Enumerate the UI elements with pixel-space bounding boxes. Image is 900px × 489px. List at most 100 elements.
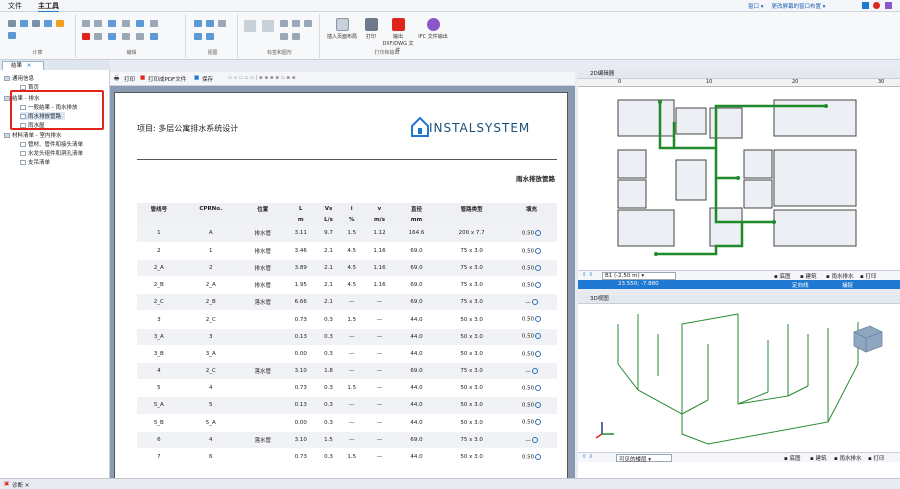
window-icon[interactable] — [862, 2, 869, 9]
insert-page-layout-button[interactable]: 插入页面布局 — [324, 18, 360, 40]
model-3d[interactable] — [578, 304, 900, 452]
table-row[interactable]: 1 A 排水管 3.11 9.7 1.5 1.12 164.6 200 x 7.7 0.50 — [137, 225, 557, 243]
toggle-building[interactable]: ▪ 建筑 — [800, 272, 817, 280]
cell-value: 0.3 — [324, 454, 333, 461]
table-row[interactable]: 3_A 3 0.13 0.3 — — 44.0 50 x 3.0 0.50 — [137, 328, 557, 346]
tree-item-general[interactable]: 通用信息 — [4, 74, 34, 82]
toggle-print[interactable]: ▪ 打印 — [868, 454, 885, 462]
pdf-icon[interactable]: ■ — [140, 75, 145, 81]
diagnostics-tab[interactable]: 诊断 ✕ — [12, 481, 29, 489]
magnifier-icon[interactable] — [535, 247, 542, 254]
table-row[interactable]: 2_C 2_B 落水管 6.66 2.1 — — 69.0 75 x 3.0 — — [137, 293, 557, 312]
ifc-export-button[interactable]: IFC 文件输出 — [418, 18, 448, 40]
label-icon[interactable] — [280, 20, 288, 27]
table-row[interactable]: 5_A 5 0.13 0.3 — — 44.0 50 x 3.0 0.50 — [137, 396, 557, 415]
table-row[interactable]: 4 2_C 落水管 3.10 1.8 — — 69.0 75 x 3.0 — — [137, 362, 557, 381]
magnifier-icon[interactable] — [535, 333, 542, 340]
floor-select[interactable]: B1 (-2.50 m) ▾ — [602, 272, 676, 280]
edit-icon[interactable] — [94, 20, 102, 27]
table-cell: 排水管 — [240, 276, 285, 295]
zoom-icon[interactable] — [194, 20, 202, 27]
table-row[interactable]: 5_B 5_A 0.00 0.3 — — 44.0 50 x 3.0 0.50 — [137, 414, 557, 432]
toggle-basemap[interactable]: ▪ 底图 — [784, 454, 801, 462]
magnifier-icon[interactable] — [535, 316, 542, 323]
calc-icon[interactable] — [44, 20, 52, 27]
zoom-icon[interactable] — [218, 20, 226, 27]
edit-icon[interactable] — [122, 20, 130, 27]
tree-item-hangers[interactable]: 支吊清单 — [20, 158, 50, 166]
label-icon[interactable] — [292, 20, 300, 27]
toggle-building[interactable]: ▪ 建筑 — [810, 454, 827, 462]
label-icon[interactable] — [304, 20, 312, 27]
dimension-icon[interactable] — [262, 20, 274, 32]
save-button[interactable]: 保存 — [202, 75, 213, 83]
edit-icon[interactable] — [136, 20, 144, 27]
table-row[interactable]: 6 4 落水管 3.10 1.5 — — 69.0 75 x 3.0 — — [137, 431, 557, 449]
table-row[interactable]: 2_B 2_A 排水管 1.95 2.1 4.5 1.16 69.0 75 x 3.0 0.50 — [137, 276, 557, 295]
close-icon[interactable]: ✕ — [27, 63, 32, 69]
doc-print-button[interactable]: 打印 — [124, 75, 135, 83]
calc-icon[interactable] — [20, 20, 28, 27]
zoom-icon[interactable] — [206, 20, 214, 27]
calc-icon[interactable] — [8, 20, 16, 27]
user-icon[interactable] — [885, 2, 892, 9]
magnifier-icon[interactable] — [535, 385, 542, 392]
magnifier-icon[interactable] — [535, 350, 542, 357]
toggle-basemap[interactable]: ▪ 底图 — [774, 272, 791, 280]
edit-icon[interactable] — [150, 20, 158, 27]
edit-icon[interactable] — [136, 33, 144, 40]
toggle-print[interactable]: ▪ 打印 — [860, 272, 877, 280]
floor-plan[interactable] — [578, 88, 900, 268]
zoom-icon[interactable] — [206, 33, 214, 40]
save-icon[interactable]: ■ — [194, 75, 199, 81]
visible-floors-select[interactable]: 可见的楼层 ▾ — [616, 454, 672, 463]
nav-icons[interactable]: ▫ ▫ ▫ ▫ ▫ | ▪ ▪ ▪ ▪ ▫ ▪ ▪ — [228, 75, 296, 81]
nav-icon[interactable]: ⇧ ⇩ — [582, 454, 593, 460]
edit-icon[interactable] — [150, 33, 158, 40]
table-row[interactable]: 7 6 0.73 0.3 1.5 — 44.0 50 x 3.0 0.50 — [137, 448, 557, 467]
table-row[interactable]: 2 1 排水管 3.46 2.1 4.5 1.16 69.0 75 x 3.0 0.50 — [137, 242, 557, 260]
delete-icon[interactable] — [82, 33, 90, 40]
table-row[interactable]: 3 2_C 0.73 0.3 1.5 — 44.0 50 x 3.0 0.50 — [137, 310, 557, 329]
nav-icon[interactable]: ⇧ ⇩ — [582, 272, 593, 278]
tab-results[interactable]: 结果 ✕ — [2, 61, 44, 70]
table-row[interactable]: 5 4 0.73 0.3 1.5 — 44.0 50 x 3.0 0.50 — [137, 379, 557, 398]
label-icon[interactable] — [244, 20, 256, 32]
print-pdf-button[interactable]: 打印成PDF文件 — [148, 75, 186, 83]
tree-item-bom[interactable]: 材料清单 - 室内排水 — [4, 131, 61, 139]
calc-icon[interactable] — [8, 32, 16, 39]
edit-icon[interactable] — [82, 20, 90, 27]
magnifier-icon[interactable] — [535, 419, 542, 426]
edit-icon[interactable] — [108, 33, 116, 40]
magnifier-icon[interactable] — [531, 367, 538, 374]
magnifier-icon[interactable] — [535, 281, 542, 288]
zoom-icon[interactable] — [194, 33, 202, 40]
orientation-toggle[interactable]: 定向线 — [792, 281, 809, 289]
magnifier-icon[interactable] — [535, 453, 542, 460]
calc-icon[interactable] — [56, 20, 64, 27]
edit-icon[interactable] — [94, 33, 102, 40]
edit-icon[interactable] — [122, 33, 130, 40]
magnifier-icon[interactable] — [531, 299, 538, 306]
snap-toggle[interactable]: 捕捉 — [842, 281, 853, 289]
help-icon[interactable] — [873, 2, 880, 9]
toggle-rain-drainage[interactable]: ▪ 雨水排水 — [834, 454, 862, 462]
layout-menu-link[interactable]: 更改屏幕的窗口布置 ▾ — [771, 4, 825, 10]
magnifier-icon[interactable] — [535, 402, 542, 409]
tree-item-pipes-fittings[interactable]: 管材、管件和接头清单 — [20, 140, 83, 148]
tree-item-faucets[interactable]: 水龙头组件和洞孔清单 — [20, 149, 83, 157]
label-icon[interactable] — [292, 33, 300, 40]
menu-file[interactable]: 文件 — [8, 1, 22, 11]
magnifier-icon[interactable] — [531, 436, 538, 443]
table-row[interactable]: 2_A 2 排水管 3.89 2.1 4.5 1.16 69.0 75 x 3.0 0.50 — [137, 259, 557, 278]
magnifier-icon[interactable] — [535, 264, 542, 271]
toggle-rain-drainage[interactable]: ▪ 雨水排水 — [826, 272, 854, 280]
print-icon[interactable]: 🖶 — [114, 75, 119, 84]
table-row[interactable]: 3_B 3_A 0.00 0.3 — — 44.0 50 x 3.0 0.50 — [137, 345, 557, 364]
calc-icon[interactable] — [32, 20, 40, 27]
magnifier-icon[interactable] — [535, 230, 542, 237]
label-icon[interactable] — [280, 33, 288, 40]
edit-icon[interactable] — [108, 20, 116, 27]
window-menu-link[interactable]: 窗口 ▾ — [748, 4, 764, 10]
print-button[interactable]: 打印 — [362, 18, 380, 40]
